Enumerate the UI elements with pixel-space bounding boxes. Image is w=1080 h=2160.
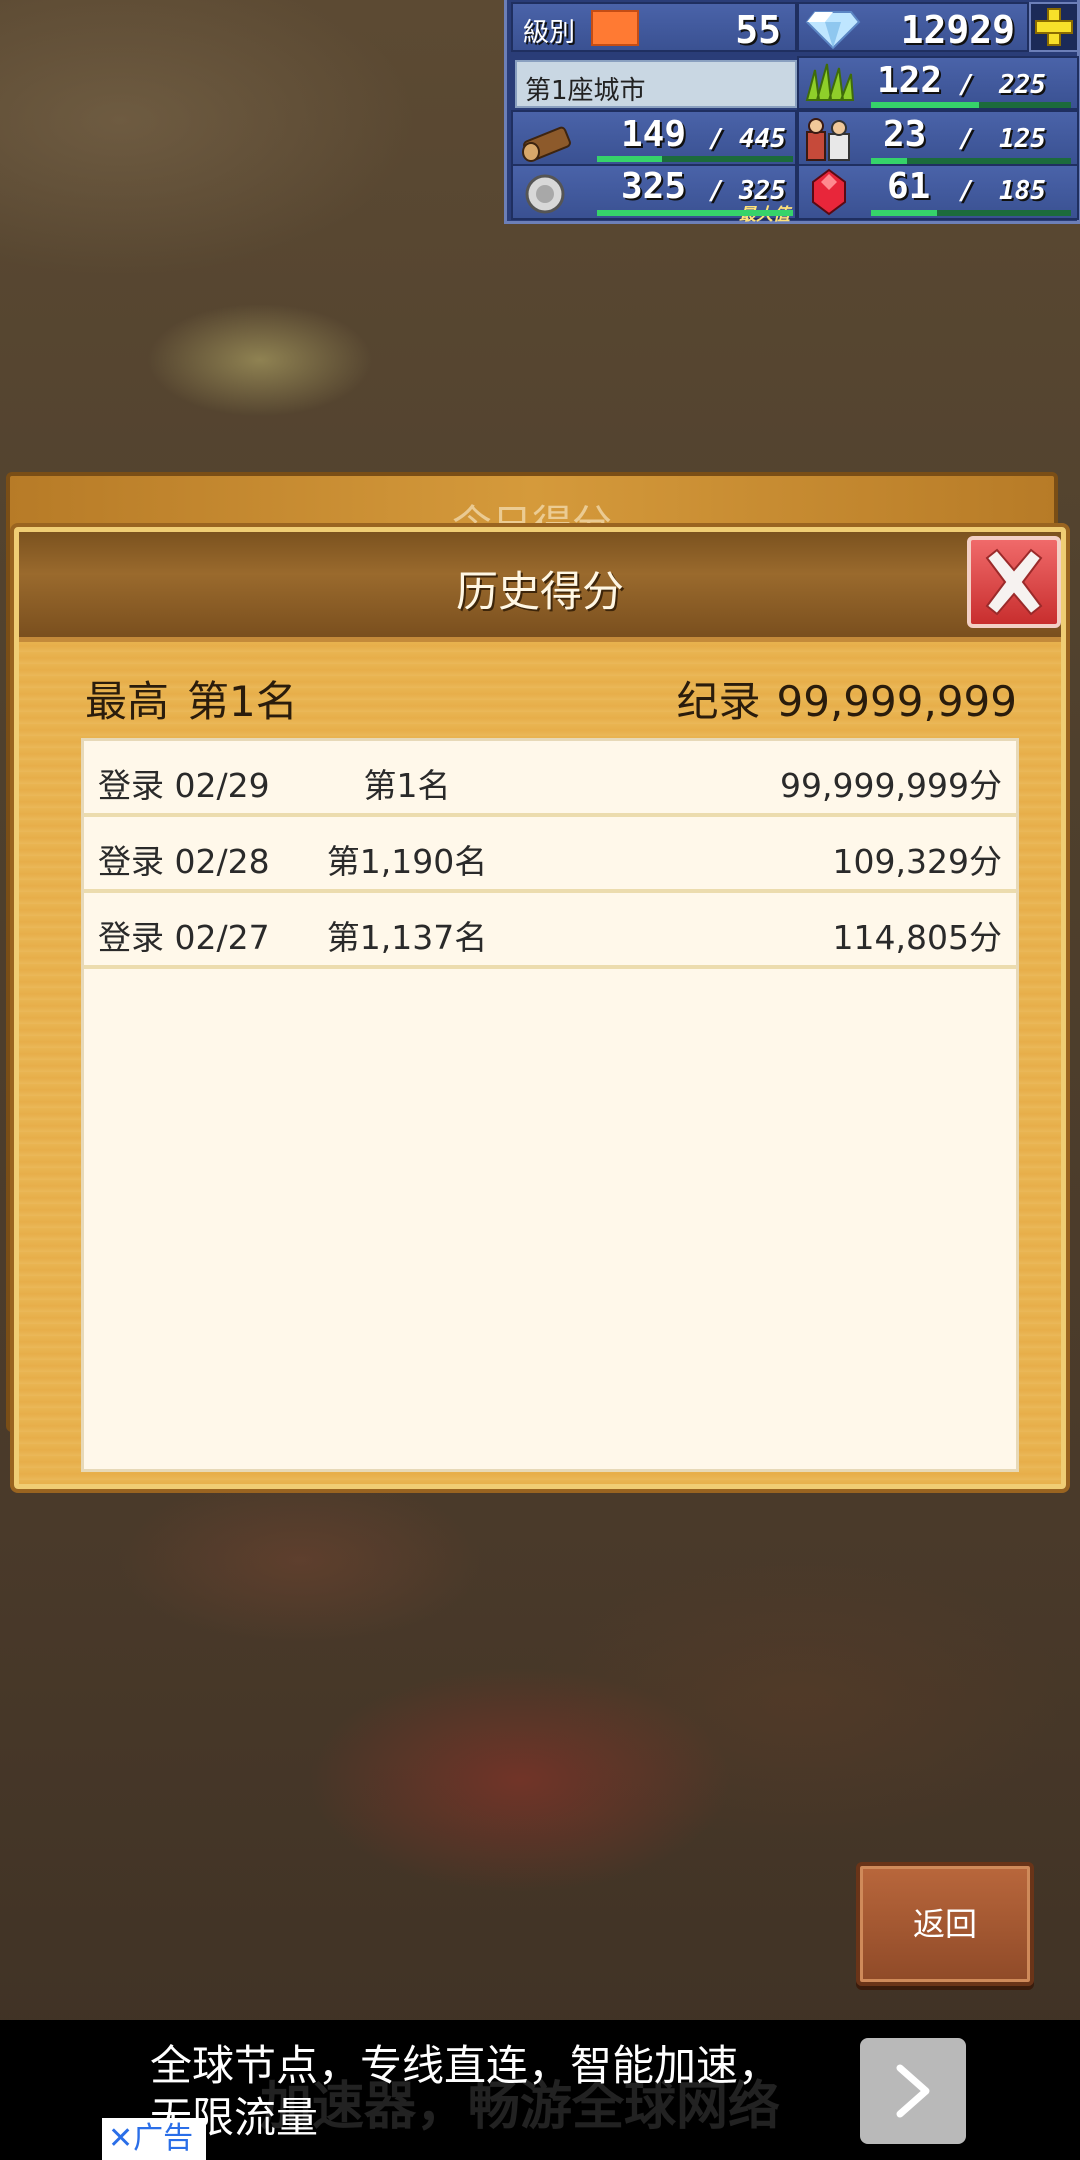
villagers-icon — [806, 118, 850, 161]
ruby-current: 61 — [887, 166, 931, 207]
record-value: 99,999,999 — [776, 677, 1017, 726]
villagers-current: 23 — [883, 114, 927, 155]
ad-close-badge[interactable]: ✕广告 — [102, 2118, 206, 2160]
log-icon — [522, 126, 571, 162]
ore-bar — [597, 210, 793, 216]
row-rank: 第1名 — [363, 766, 451, 805]
wood-max: 445 — [739, 124, 786, 154]
best-rank-summary: 最高 第1名 — [85, 668, 316, 729]
wood-current: 149 — [621, 114, 687, 155]
record-label: 纪录 — [676, 677, 761, 726]
ruby-cell: 61 / 185 — [797, 164, 1079, 220]
diamond-icon — [805, 11, 861, 50]
row-score: 109,329分 — [832, 842, 1002, 881]
list-item: 登录 02/27 第1,137名 114,805分 — [84, 893, 1016, 969]
best-label: 最高 — [85, 677, 170, 726]
dialog-header: 历史得分 — [19, 532, 1061, 642]
gem-count: 12929 — [900, 8, 1015, 52]
row-rank: 第1,190名 — [326, 842, 488, 881]
record-summary: 纪录 99,999,999 — [661, 668, 1018, 729]
ad-headline: 全球节点，专线直连，智能加速，无限流量 — [150, 2041, 781, 2142]
grass-separator: / — [959, 70, 975, 100]
city-name-box: 第1座城市 — [515, 60, 797, 108]
dialog-title: 历史得分 — [455, 567, 624, 616]
add-gems-button[interactable] — [1029, 2, 1079, 52]
grass-icon — [805, 63, 855, 101]
ore-icon — [525, 174, 565, 214]
row-score: 99,999,999分 — [780, 766, 1002, 805]
grass-cell: 122 / 225 — [797, 56, 1079, 110]
villagers-separator: / — [959, 124, 975, 154]
resource-hud: 級別 55 12929 第1座城市 122 / 225 149 / 445 23… — [504, 0, 1080, 225]
gem-cell: 12929 — [797, 2, 1029, 52]
close-button[interactable] — [967, 536, 1061, 628]
villagers-max: 125 — [999, 124, 1046, 154]
level-label: 級別 — [523, 18, 576, 48]
grass-current: 122 — [877, 60, 943, 101]
grass-bar — [871, 102, 1071, 108]
history-list[interactable]: 登录 02/29 第1名 99,999,999分 登录 02/28 第1,190… — [81, 738, 1019, 1472]
chevron-right-icon — [896, 2064, 930, 2118]
best-rank: 第1名 — [187, 677, 298, 726]
ore-current: 325 — [621, 166, 687, 207]
ad-open-button[interactable] — [860, 2038, 966, 2144]
list-item: 登录 02/28 第1,190名 109,329分 — [84, 817, 1016, 893]
ruby-max: 185 — [999, 176, 1046, 206]
history-score-dialog: 历史得分 最高 第1名 纪录 99,999,999 登录 02/29 第1名 99,… — [14, 527, 1066, 1489]
grass-max: 225 — [999, 70, 1046, 100]
ruby-icon — [812, 168, 846, 216]
plus-icon — [1035, 8, 1073, 46]
row-rank: 第1,137名 — [326, 918, 488, 957]
ruby-separator: / — [959, 176, 975, 206]
wood-cell: 149 / 445 — [511, 110, 797, 166]
level-cell: 級別 55 — [511, 2, 797, 52]
row-score: 114,805分 — [832, 918, 1002, 957]
wood-separator: / — [709, 124, 725, 154]
villagers-cell: 23 / 125 — [797, 110, 1079, 166]
list-item: 登录 02/29 第1名 99,999,999分 — [84, 741, 1016, 817]
back-button[interactable]: 返回 — [856, 1862, 1034, 1986]
level-progress — [591, 10, 639, 46]
close-icon — [985, 548, 1043, 616]
ore-separator: / — [709, 176, 725, 206]
ruby-bar — [871, 210, 1071, 216]
ore-cell: 325 / 325 最大值 — [511, 164, 797, 225]
city-name: 第1座城市 — [525, 76, 646, 106]
wood-bar — [597, 156, 793, 162]
level-value: 55 — [735, 8, 781, 52]
